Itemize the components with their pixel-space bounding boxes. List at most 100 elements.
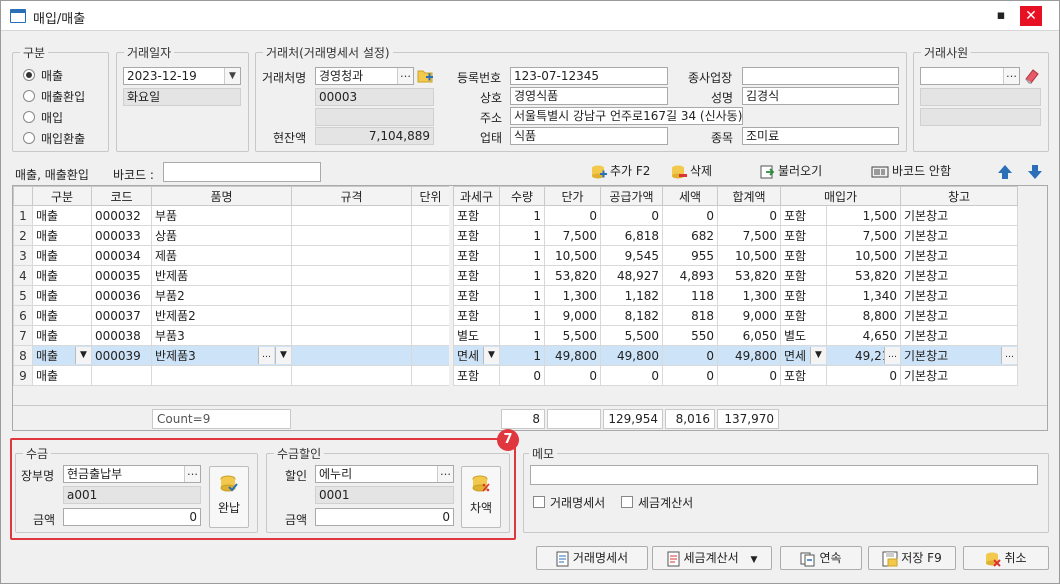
cell-qty[interactable]: 1 — [499, 205, 545, 226]
cell-unit[interactable] — [411, 285, 450, 306]
table-row[interactable]: 별도 1 5,500 5,500 550 6,050 별도 4,650 기본창고 — [453, 325, 1018, 346]
grid-header-type[interactable]: 구분 — [32, 186, 92, 206]
cell-tax[interactable]: 포함 — [453, 245, 500, 266]
cell-buy-tax[interactable]: 포함 — [780, 285, 827, 306]
cell-tax[interactable]: 면세 ▼ — [453, 345, 500, 366]
radio-purchase[interactable] — [23, 111, 35, 123]
cell-spec[interactable] — [291, 285, 412, 306]
cell-buy-price[interactable]: 4,650 — [826, 325, 901, 346]
tax-invoice-checkbox[interactable] — [621, 496, 633, 508]
warehouse-ellipsis-icon[interactable]: … — [1001, 347, 1017, 364]
cell-price[interactable]: 5,500 — [544, 325, 601, 346]
shop-input[interactable] — [742, 67, 899, 85]
grid-header-qty[interactable]: 수량 — [499, 186, 545, 206]
cell-name[interactable]: 반제품3 ▼… — [151, 345, 292, 366]
cell-warehouse[interactable]: 기본창고… — [900, 345, 1018, 366]
cell-type[interactable]: 매출 — [32, 285, 92, 306]
cell-spec[interactable] — [291, 365, 412, 386]
cell-code[interactable]: 000039 — [91, 345, 152, 366]
cell-buy-tax[interactable]: 포함 — [780, 245, 827, 266]
address-input[interactable]: 서울특별시 강남구 언주로167길 34 (신사동) — [510, 107, 743, 125]
cell-spec[interactable] — [291, 225, 412, 246]
cell-unit[interactable] — [411, 265, 450, 286]
cell-unit[interactable] — [411, 245, 450, 266]
cell-qty[interactable]: 1 — [499, 225, 545, 246]
table-row[interactable]: 2 매출 000033 상품 — [13, 225, 450, 246]
add-row-button[interactable]: 추가 F2 — [591, 161, 650, 181]
cell-code[interactable]: 000038 — [91, 325, 152, 346]
radio-purchase-return[interactable] — [23, 132, 35, 144]
cell-code[interactable]: 000037 — [91, 305, 152, 326]
cell-tax[interactable]: 포함 — [453, 265, 500, 286]
radio-sale[interactable] — [23, 69, 35, 81]
cell-buy-tax[interactable]: 포함 — [780, 225, 827, 246]
item-input[interactable]: 조미료 — [742, 127, 899, 145]
grid-header-code[interactable]: 코드 — [91, 186, 152, 206]
cell-unit[interactable] — [411, 225, 450, 246]
chevron-down-icon[interactable]: ▼ — [751, 555, 758, 565]
table-row[interactable]: 포함 1 9,000 8,182 818 9,000 포함 8,800 기본창고 — [453, 305, 1018, 326]
date-dropdown-icon[interactable]: ▼ — [224, 68, 240, 84]
date-input[interactable]: 2023-12-19 ▼ — [123, 67, 241, 85]
cell-name[interactable] — [151, 365, 292, 386]
cell-spec[interactable] — [291, 265, 412, 286]
cell-qty[interactable]: 1 — [499, 285, 545, 306]
table-row[interactable]: 8 매출 ▼ 000039 반제품3 ▼… — [13, 345, 450, 366]
cell-spec[interactable] — [291, 305, 412, 326]
grid-header-vat[interactable]: 세액 — [662, 186, 718, 206]
cell-name[interactable]: 반제품2 — [151, 305, 292, 326]
table-row[interactable]: 포함 0 0 0 0 0 포함 0 기본창고 — [453, 365, 1018, 386]
cell-spec[interactable] — [291, 245, 412, 266]
cell-unit[interactable] — [411, 325, 450, 346]
cell-price[interactable]: 10,500 — [544, 245, 601, 266]
barcode-guide-button[interactable]: 바코드 안함 — [871, 161, 951, 181]
cell-code[interactable]: 000033 — [91, 225, 152, 246]
cell-price[interactable]: 0 — [544, 205, 601, 226]
cell-code[interactable]: 000034 — [91, 245, 152, 266]
cell-code[interactable] — [91, 365, 152, 386]
cell-price[interactable]: 0 — [544, 365, 601, 386]
cell-buy-price[interactable]: 53,820 — [826, 265, 901, 286]
table-row[interactable]: 6 매출 000037 반제품2 — [13, 305, 450, 326]
cell-type[interactable]: 매출 — [32, 225, 92, 246]
buy-tax-dropdown-icon[interactable]: ▼ — [810, 347, 826, 364]
cell-code[interactable]: 000032 — [91, 205, 152, 226]
customer-add-icon[interactable] — [416, 67, 434, 85]
cell-tax[interactable]: 포함 — [453, 305, 500, 326]
cell-buy-tax[interactable]: 별도 — [780, 325, 827, 346]
customer-search-ellipsis-icon[interactable]: … — [397, 68, 413, 84]
cell-type[interactable]: 매출 — [32, 305, 92, 326]
cell-buy-tax[interactable]: 면세 ▼ — [780, 345, 827, 366]
table-row[interactable]: 포함 1 7,500 6,818 682 7,500 포함 7,500 기본창고 — [453, 225, 1018, 246]
cell-name[interactable]: 상품 — [151, 225, 292, 246]
cell-price[interactable]: 9,000 — [544, 305, 601, 326]
employee-search-ellipsis-icon[interactable]: … — [1003, 68, 1019, 84]
cell-warehouse[interactable]: 기본창고 — [900, 265, 1018, 286]
cell-buy-price[interactable]: 1,500 — [826, 205, 901, 226]
cell-warehouse[interactable]: 기본창고 — [900, 225, 1018, 246]
cell-buy-price[interactable]: 49,210… — [826, 345, 901, 366]
employee-input[interactable]: … — [920, 67, 1020, 85]
cell-tax[interactable]: 포함 — [453, 285, 500, 306]
load-button[interactable]: 불러오기 — [759, 161, 822, 181]
table-row[interactable]: 3 매출 000034 제품 — [13, 245, 450, 266]
company-input[interactable]: 경영식품 — [510, 87, 668, 105]
grid-header-spec[interactable]: 규격 — [291, 186, 412, 206]
reg-number-input[interactable]: 123-07-12345 — [510, 67, 668, 85]
cell-buy-price[interactable]: 0 — [826, 365, 901, 386]
cell-name[interactable]: 제품 — [151, 245, 292, 266]
buy-price-ellipsis-icon[interactable]: … — [884, 347, 900, 364]
cell-name[interactable]: 부품3 — [151, 325, 292, 346]
cell-unit[interactable] — [411, 305, 450, 326]
cell-tax[interactable]: 포함 — [453, 225, 500, 246]
cell-buy-tax[interactable]: 포함 — [780, 265, 827, 286]
cell-price[interactable]: 1,300 — [544, 285, 601, 306]
table-row[interactable]: 9 매출 — [13, 365, 450, 386]
cell-spec[interactable] — [291, 205, 412, 226]
move-up-icon[interactable] — [997, 164, 1013, 180]
cell-type[interactable]: 매출 — [32, 245, 92, 266]
table-row[interactable]: 포함 1 0 0 0 0 포함 1,500 기본창고 — [453, 205, 1018, 226]
cell-type[interactable]: 매출 — [32, 325, 92, 346]
cell-name[interactable]: 반제품 — [151, 265, 292, 286]
cell-qty[interactable]: 0 — [499, 365, 545, 386]
